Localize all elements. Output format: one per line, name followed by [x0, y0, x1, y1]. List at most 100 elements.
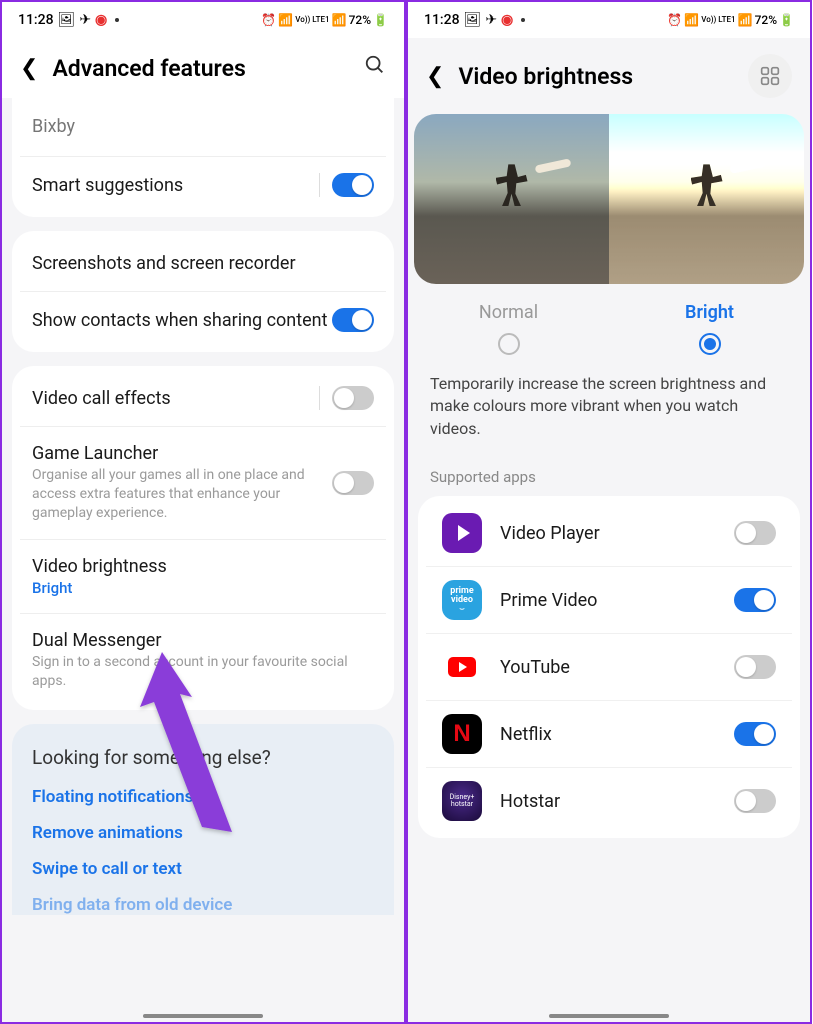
label-dual-messenger: Dual Messenger — [32, 630, 374, 651]
link-bring-data[interactable]: Bring data from old device — [32, 895, 374, 915]
sub-dual-messenger: Sign in to a second account in your favo… — [32, 653, 374, 691]
supported-apps-label: Supported apps — [408, 460, 810, 496]
item-smart-suggestions[interactable]: Smart suggestions — [20, 156, 386, 213]
gallery-icon: 🖼 — [464, 12, 482, 28]
toggle-video-call[interactable] — [332, 386, 374, 410]
app-icon-netflix: N — [442, 714, 482, 754]
app-name: Prime Video — [500, 590, 734, 611]
wifi-icon: 📶 — [684, 13, 699, 27]
toggle-prime-video[interactable] — [734, 588, 776, 612]
home-indicator[interactable] — [143, 1014, 263, 1018]
label-bright: Bright — [609, 302, 810, 323]
toggle-video-player[interactable] — [734, 521, 776, 545]
page-title: Advanced features — [52, 55, 350, 82]
settings-scroll[interactable]: Bixby Smart suggestions Screenshots and … — [2, 98, 404, 1022]
network-label: Vo)) LTE1 — [295, 16, 329, 24]
item-game-launcher[interactable]: Game Launcher Organise all your games al… — [20, 426, 386, 539]
signal-icon: 📶 — [738, 13, 753, 27]
header-left: ❮ Advanced features — [2, 38, 404, 98]
app-name: Hotstar — [500, 791, 734, 812]
status-bar: 11:28 🖼 ✈ ◉ ⏰ 📶 Vo)) LTE1 📶 72% 🔋 — [408, 2, 810, 38]
app-name: Netflix — [500, 724, 734, 745]
alarm-icon: ⏰ — [667, 13, 682, 27]
status-time: 11:28 — [424, 12, 460, 28]
app-icon-prime: primevideo⌣ — [442, 580, 482, 620]
label-video-brightness: Video brightness — [32, 556, 374, 577]
toggle-youtube[interactable] — [734, 655, 776, 679]
toggle-show-contacts[interactable] — [332, 308, 374, 332]
link-floating-notifications[interactable]: Floating notifications — [32, 787, 374, 807]
label-bixby: Bixby — [32, 116, 374, 137]
signal-icon: 📶 — [332, 13, 347, 27]
toggle-hotstar[interactable] — [734, 789, 776, 813]
battery-icon: 🔋 — [373, 13, 388, 27]
app-icon-play — [442, 513, 482, 553]
link-swipe-call[interactable]: Swipe to call or text — [32, 859, 374, 879]
phone-right: 11:28 🖼 ✈ ◉ ⏰ 📶 Vo)) LTE1 📶 72% 🔋 ❮ Vide… — [406, 0, 812, 1024]
toggle-game-launcher[interactable] — [332, 471, 374, 495]
apps-card: Video Player primevideo⌣ Prime Video YouTub… — [418, 496, 800, 838]
opera-icon: ◉ — [501, 12, 513, 28]
app-row-youtube[interactable]: YouTube — [426, 633, 792, 700]
option-normal[interactable]: Normal — [408, 302, 609, 355]
apps-grid-icon[interactable] — [748, 54, 792, 98]
app-row-prime-video[interactable]: primevideo⌣ Prime Video — [426, 566, 792, 633]
label-show-contacts: Show contacts when sharing content — [32, 310, 332, 331]
item-video-brightness[interactable]: Video brightness Bright — [20, 539, 386, 613]
item-dual-messenger[interactable]: Dual Messenger Sign in to a second accou… — [20, 613, 386, 707]
radio-icon — [699, 333, 721, 355]
more-dot-icon — [521, 18, 525, 22]
sub-game-launcher: Organise all your games all in one place… — [32, 466, 332, 523]
item-video-call[interactable]: Video call effects — [20, 370, 386, 426]
brightness-preview — [414, 114, 804, 284]
back-icon[interactable]: ❮ — [426, 64, 444, 89]
app-row-netflix[interactable]: N Netflix — [426, 700, 792, 767]
divider — [319, 386, 320, 410]
footer-card: Looking for something else? Floating not… — [12, 724, 394, 915]
footer-title: Looking for something else? — [32, 746, 374, 769]
label-video-call: Video call effects — [32, 388, 307, 409]
gallery-icon: 🖼 — [58, 12, 76, 28]
telegram-icon: ✈ — [485, 12, 497, 28]
toggle-smart-suggestions[interactable] — [332, 173, 374, 197]
battery-icon: 🔋 — [779, 13, 794, 27]
page-title: Video brightness — [458, 63, 734, 90]
radio-icon — [498, 333, 520, 355]
status-time: 11:28 — [18, 12, 54, 28]
divider — [319, 173, 320, 197]
phone-left: 11:28 🖼 ✈ ◉ ⏰ 📶 Vo)) LTE1 📶 72% 🔋 ❮ Adva… — [0, 0, 406, 1024]
app-name: Video Player — [500, 523, 734, 544]
label-normal: Normal — [408, 302, 609, 323]
app-row-hotstar[interactable]: Disney+hotstar Hotstar — [426, 767, 792, 834]
alarm-icon: ⏰ — [261, 13, 276, 27]
label-smart-suggestions: Smart suggestions — [32, 175, 307, 196]
more-dot-icon — [115, 18, 119, 22]
app-icon-hotstar: Disney+hotstar — [442, 781, 482, 821]
battery-text: 72% — [349, 13, 371, 27]
preview-bright — [609, 114, 804, 284]
telegram-icon: ✈ — [79, 12, 91, 28]
app-icon-yt — [442, 647, 482, 687]
item-show-contacts[interactable]: Show contacts when sharing content — [20, 291, 386, 348]
network-label: Vo)) LTE1 — [701, 16, 735, 24]
app-name: YouTube — [500, 657, 734, 678]
battery-text: 72% — [755, 13, 777, 27]
search-icon[interactable] — [364, 54, 386, 82]
brightness-options: Normal Bright — [408, 292, 810, 369]
link-remove-animations[interactable]: Remove animations — [32, 823, 374, 843]
header-right: ❮ Video brightness — [408, 38, 810, 114]
label-screenshots: Screenshots and screen recorder — [32, 253, 374, 274]
label-game-launcher: Game Launcher — [32, 443, 332, 464]
description: Temporarily increase the screen brightne… — [408, 369, 810, 460]
value-video-brightness: Bright — [32, 579, 374, 597]
wifi-icon: 📶 — [278, 13, 293, 27]
home-indicator[interactable] — [549, 1014, 669, 1018]
option-bright[interactable]: Bright — [609, 302, 810, 355]
app-row-video-player[interactable]: Video Player — [426, 500, 792, 566]
toggle-netflix[interactable] — [734, 722, 776, 746]
item-bixby[interactable]: Bixby — [20, 100, 386, 156]
back-icon[interactable]: ❮ — [20, 56, 38, 81]
item-screenshots[interactable]: Screenshots and screen recorder — [20, 235, 386, 291]
opera-icon: ◉ — [95, 12, 107, 28]
status-bar: 11:28 🖼 ✈ ◉ ⏰ 📶 Vo)) LTE1 📶 72% 🔋 — [2, 2, 404, 38]
